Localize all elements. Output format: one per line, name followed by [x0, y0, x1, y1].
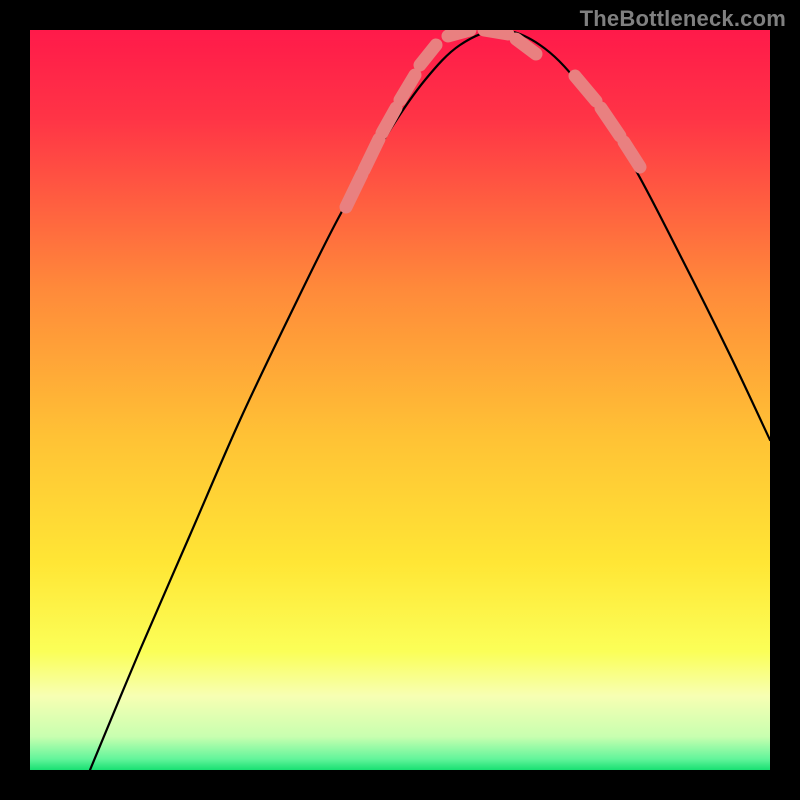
- marker-dashes: [346, 30, 640, 207]
- plot-area: [30, 30, 770, 770]
- watermark-text: TheBottleneck.com: [580, 6, 786, 32]
- bottleneck-curve: [90, 30, 770, 770]
- outer-frame: TheBottleneck.com: [0, 0, 800, 800]
- curve-layer: [30, 30, 770, 770]
